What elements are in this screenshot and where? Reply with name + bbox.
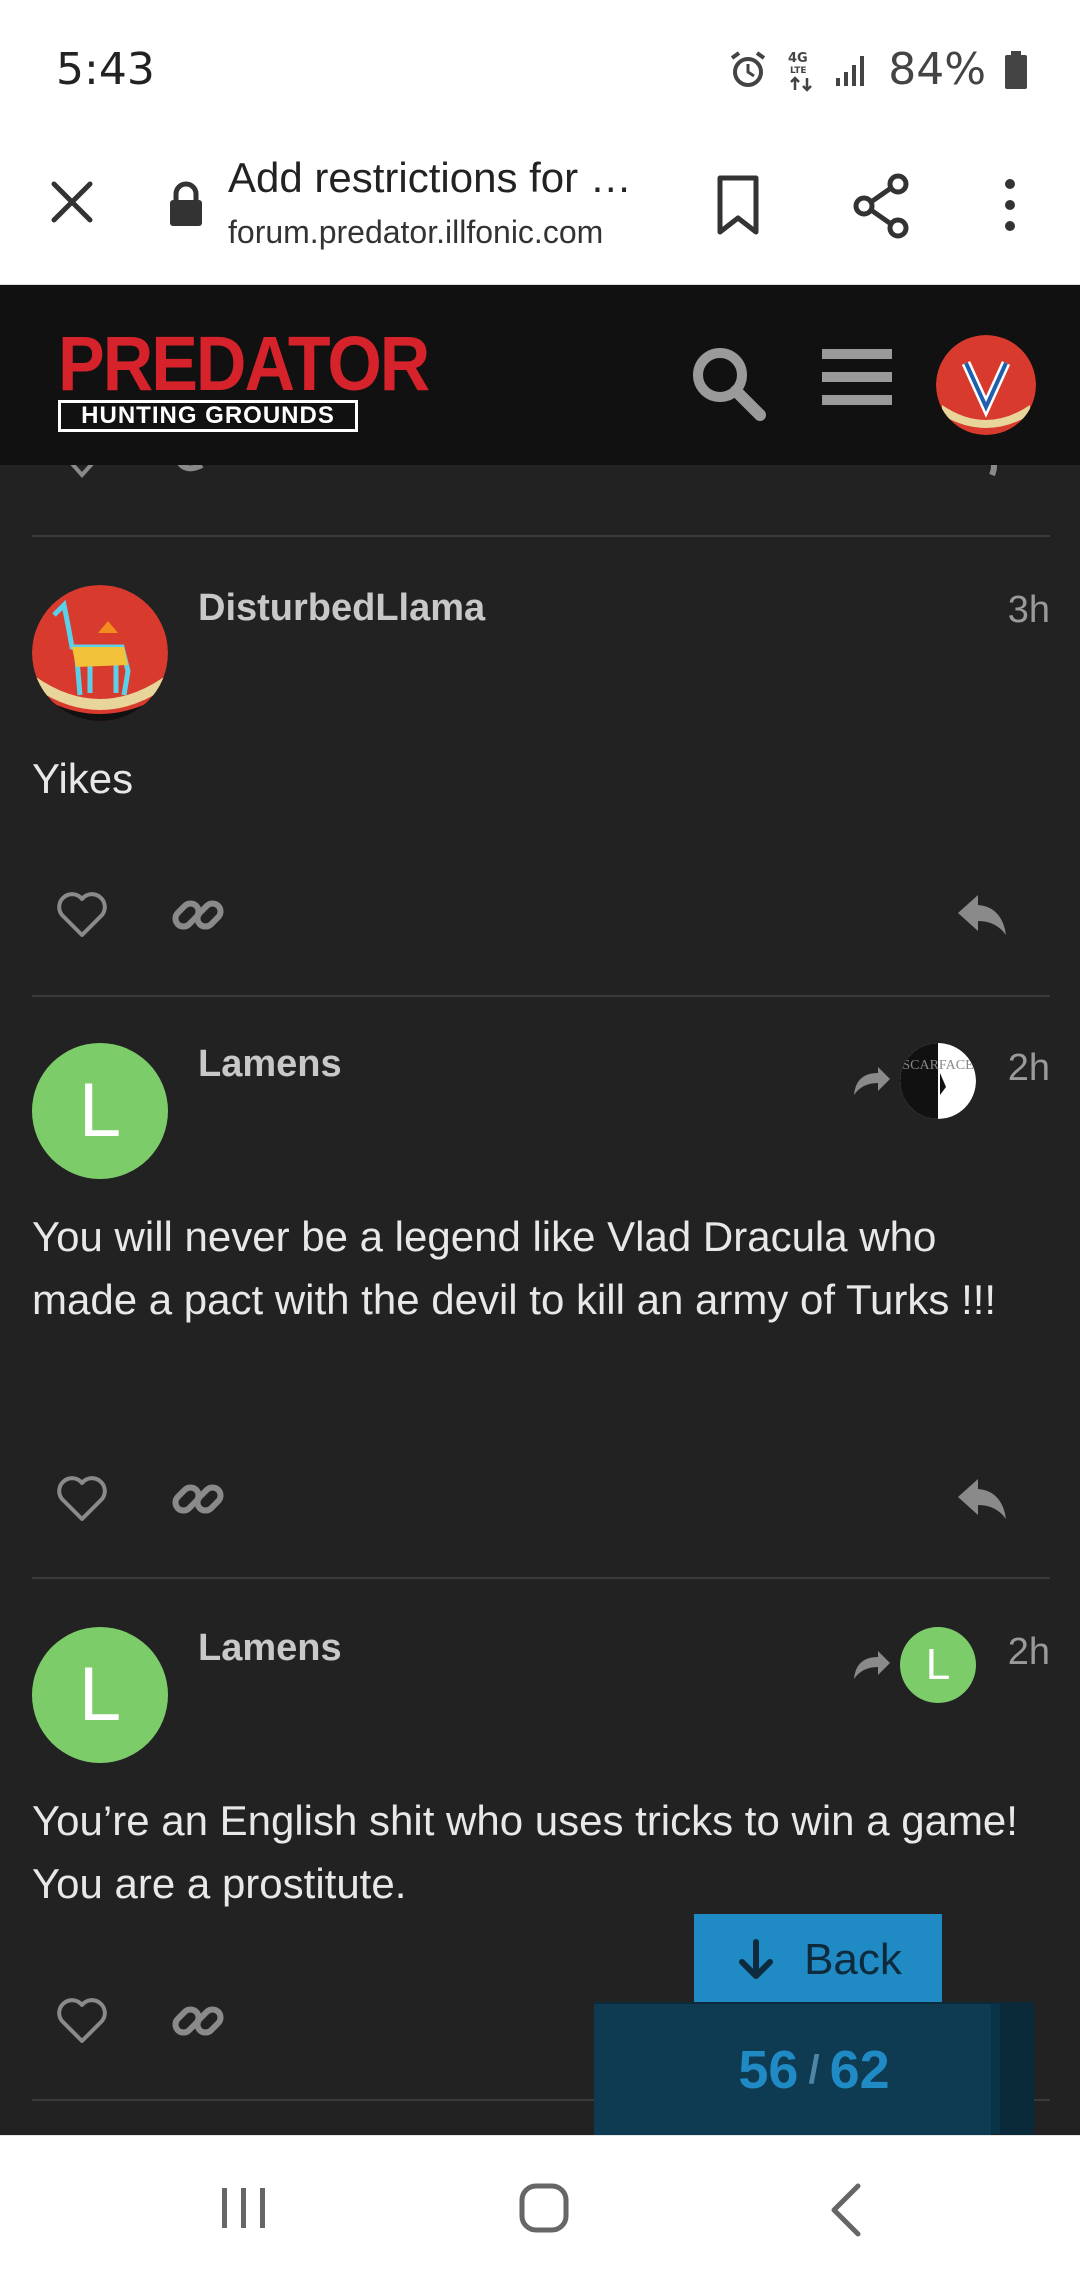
scarface-label: SCARFACE (902, 1058, 973, 1073)
scarface-avatar: SCARFACE (900, 1043, 976, 1119)
logo-title: PREDATOR (58, 320, 430, 407)
network-4g-icon: 4G LTE (788, 51, 813, 92)
heart-icon[interactable] (52, 1469, 112, 1529)
topic-stream: DisturbedLlama 3h Yikes L Lamens SCARFAC… (0, 465, 1080, 2135)
post-body: Yikes (32, 755, 134, 802)
reply-icon[interactable] (952, 1469, 1012, 1529)
close-icon[interactable] (40, 170, 104, 234)
post-time[interactable]: 2h (1008, 1047, 1050, 1090)
post-divider (32, 1577, 1050, 1579)
search-icon[interactable] (686, 341, 770, 425)
logo-subtitle: HUNTING GROUNDS (58, 400, 358, 432)
page-title[interactable]: Add restrictions for … (228, 154, 648, 202)
url-domain[interactable]: forum.predator.illfonic.com (228, 214, 603, 251)
battery-icon (1005, 50, 1027, 89)
battery-percent: 84% (888, 44, 986, 95)
post-divider (32, 535, 1050, 537)
site-logo[interactable]: PREDATOR HUNTING GROUNDS (58, 320, 430, 435)
recent-apps-icon[interactable] (218, 2182, 270, 2234)
bookmark-icon[interactable] (710, 170, 766, 240)
reply-icon[interactable] (966, 465, 1006, 485)
browser-toolbar: Add restrictions for … forum.predator.il… (0, 140, 1080, 285)
back-button-label: Back (804, 1935, 902, 1984)
back-icon[interactable] (826, 2180, 866, 2240)
more-options-icon[interactable] (990, 170, 1030, 240)
reply-icon[interactable] (952, 885, 1012, 945)
llama-avatar[interactable] (32, 585, 168, 721)
post-username[interactable]: Lamens (198, 1627, 342, 1670)
letter-avatar[interactable]: L (32, 1043, 168, 1179)
arrow-down-icon (739, 1939, 774, 1979)
post-body: You will never be a legend like Vlad Dra… (32, 1213, 997, 1323)
system-navigation-bar (0, 2135, 1080, 2280)
reply-arrow-icon (854, 1651, 890, 1679)
alarm-icon (731, 50, 766, 87)
heart-icon[interactable] (62, 465, 102, 485)
link-icon[interactable] (172, 465, 212, 485)
home-icon[interactable] (518, 2182, 570, 2234)
hamburger-menu-icon[interactable] (822, 345, 892, 409)
link-icon[interactable] (168, 885, 228, 945)
share-icon[interactable] (850, 170, 914, 240)
post-divider (32, 995, 1050, 997)
link-icon[interactable] (168, 1469, 228, 1529)
heart-icon[interactable] (52, 1991, 112, 2051)
forum-header: PREDATOR HUNTING GROUNDS (0, 285, 1080, 465)
svg-text:4G: 4G (788, 51, 808, 66)
reply-to-indicator[interactable]: L (852, 1627, 976, 1703)
progress-text: 56 / 62 (594, 2004, 1034, 2136)
svg-text:LTE: LTE (790, 66, 807, 76)
heart-icon[interactable] (52, 885, 112, 945)
back-to-position-button[interactable]: Back (694, 1914, 942, 2006)
current-user-avatar[interactable] (936, 335, 1036, 435)
post-body: You’re an English shit who uses tricks t… (32, 1797, 1018, 1907)
signal-icon (836, 55, 865, 86)
post-time[interactable]: 2h (1008, 1631, 1050, 1674)
letter-avatar[interactable]: L (32, 1627, 168, 1763)
lock-icon (170, 181, 202, 226)
post-username[interactable]: DisturbedLlama (198, 587, 485, 630)
link-icon[interactable] (168, 1991, 228, 2051)
status-time: 5:43 (56, 44, 155, 95)
status-icons: 4G LTE 84% (728, 44, 1028, 95)
status-bar: 5:43 4G LTE 84% (0, 0, 1080, 140)
progress-current: 56 (738, 2040, 799, 2100)
post-username[interactable]: Lamens (198, 1043, 342, 1086)
previous-post-actions (0, 465, 1080, 505)
progress-separator: / (808, 2047, 820, 2092)
reply-arrow-icon (854, 1067, 890, 1095)
reply-to-indicator[interactable]: SCARFACE (852, 1043, 976, 1119)
topic-progress[interactable]: 56 / 62 (594, 2002, 1034, 2136)
reply-to-avatar: L (900, 1627, 976, 1703)
post-time[interactable]: 3h (1008, 589, 1050, 632)
progress-total: 62 (829, 2040, 890, 2100)
